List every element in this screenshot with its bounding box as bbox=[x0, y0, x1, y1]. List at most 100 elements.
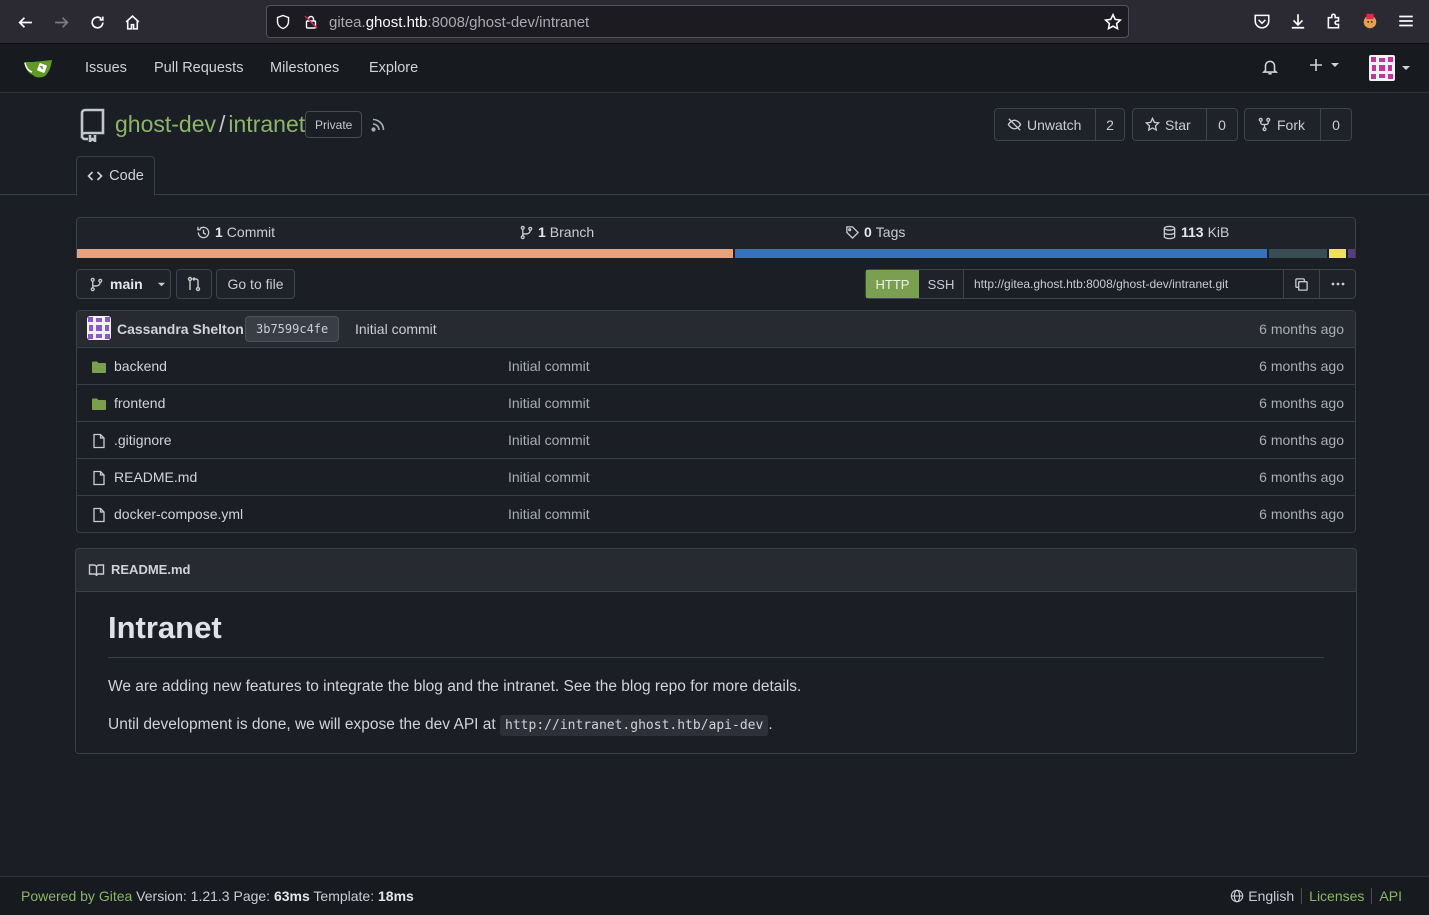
file-commit-message[interactable]: Initial commit bbox=[508, 395, 590, 411]
tab-code-label: Code bbox=[109, 168, 144, 184]
heading-divider bbox=[108, 657, 1324, 658]
fork-button[interactable]: Fork bbox=[1245, 109, 1321, 140]
menu-icon[interactable] bbox=[1396, 11, 1416, 31]
url-prefix: gitea. bbox=[329, 14, 366, 31]
file-icon bbox=[91, 470, 107, 486]
tab-code[interactable]: Code bbox=[76, 156, 155, 196]
clone-url-input[interactable]: http://gitea.ghost.htb:8008/ghost-dev/in… bbox=[964, 270, 1284, 298]
back-button[interactable] bbox=[12, 9, 38, 35]
file-commit-message[interactable]: Initial commit bbox=[508, 358, 590, 374]
commits-link[interactable]: 1 Commit bbox=[196, 224, 275, 240]
nav-milestones[interactable]: Milestones bbox=[270, 60, 339, 76]
commit-sha[interactable]: 3b7599c4fe bbox=[245, 316, 340, 342]
template-label: Template: bbox=[309, 888, 378, 904]
url-text[interactable]: gitea.ghost.htb:8008/ghost-dev/intranet bbox=[329, 14, 589, 31]
para2-suffix: . bbox=[768, 716, 773, 733]
fork-icon bbox=[1258, 117, 1271, 132]
branch-icon bbox=[520, 225, 533, 239]
file-commit-message[interactable]: Initial commit bbox=[508, 506, 590, 522]
browser-toolbar: gitea.ghost.htb:8008/ghost-dev/intranet bbox=[0, 0, 1429, 44]
api-link[interactable]: API bbox=[1379, 888, 1402, 904]
language-segment[interactable] bbox=[732, 249, 1267, 258]
nav-issues[interactable]: Issues bbox=[85, 60, 127, 76]
branches-link[interactable]: 1 Branch bbox=[519, 224, 594, 240]
branch-selector[interactable]: main bbox=[76, 269, 171, 299]
compare-button[interactable] bbox=[176, 269, 212, 299]
branches-count: 1 bbox=[538, 224, 546, 240]
star-count[interactable]: 0 bbox=[1207, 109, 1237, 140]
language-selector[interactable]: English bbox=[1248, 888, 1294, 904]
reload-button[interactable] bbox=[84, 9, 110, 35]
lock-insecure-icon[interactable] bbox=[303, 14, 319, 30]
address-bar[interactable]: gitea.ghost.htb:8008/ghost-dev/intranet bbox=[266, 5, 1129, 38]
file-name-link[interactable]: README.md bbox=[114, 469, 197, 485]
language-segment[interactable] bbox=[1346, 249, 1355, 258]
commit-message[interactable]: Initial commit bbox=[355, 321, 437, 337]
go-to-file-button[interactable]: Go to file bbox=[216, 269, 295, 299]
page-footer: Powered by Gitea Version: 1.21.3 Page: 6… bbox=[0, 876, 1429, 915]
repo-name-link[interactable]: intranet bbox=[228, 111, 305, 137]
caret-down-icon bbox=[157, 282, 165, 286]
downloads-icon[interactable] bbox=[1288, 11, 1308, 31]
star-button[interactable]: Star bbox=[1133, 109, 1207, 140]
eye-slash-icon bbox=[1007, 118, 1022, 131]
file-commit-time: 6 months ago bbox=[1259, 432, 1344, 448]
author-avatar[interactable] bbox=[87, 316, 111, 340]
create-new-dropdown[interactable] bbox=[1308, 57, 1340, 73]
page-time: 63ms bbox=[273, 888, 310, 904]
fork-button-group: Fork 0 bbox=[1244, 108, 1352, 141]
repo-owner-link[interactable]: ghost-dev bbox=[115, 111, 216, 137]
clone-http-button[interactable]: HTTP bbox=[866, 270, 919, 298]
file-name-link[interactable]: frontend bbox=[114, 395, 165, 411]
nav-pull-requests[interactable]: Pull Requests bbox=[154, 60, 243, 76]
user-menu-dropdown[interactable] bbox=[1369, 55, 1411, 81]
unwatch-button[interactable]: Unwatch bbox=[995, 109, 1096, 140]
pocket-icon[interactable] bbox=[1252, 11, 1272, 31]
tags-link[interactable]: 0 Tags bbox=[845, 224, 905, 240]
language-stats-bar[interactable] bbox=[77, 249, 1355, 258]
nav-explore[interactable]: Explore bbox=[369, 60, 418, 76]
more-options-button[interactable] bbox=[1320, 270, 1355, 298]
powered-by-gitea-link[interactable]: Powered by Gitea bbox=[21, 888, 132, 904]
language-segment[interactable] bbox=[1266, 249, 1327, 258]
forward-button[interactable] bbox=[48, 9, 74, 35]
file-name-link[interactable]: backend bbox=[114, 358, 167, 374]
readme-filename[interactable]: README.md bbox=[111, 562, 190, 577]
unwatch-label: Unwatch bbox=[1027, 116, 1082, 133]
readme-content: Intranet We are adding new features to i… bbox=[76, 592, 1356, 753]
language-segment[interactable] bbox=[1326, 249, 1347, 258]
home-button[interactable] bbox=[119, 9, 145, 35]
file-row: docker-compose.yml Initial commit 6 months… bbox=[77, 496, 1355, 532]
bookmark-star-icon[interactable] bbox=[1104, 13, 1122, 31]
file-commit-message[interactable]: Initial commit bbox=[508, 432, 590, 448]
branch-name: main bbox=[110, 276, 143, 292]
file-commit-message[interactable]: Initial commit bbox=[508, 469, 590, 485]
extensions-icon[interactable] bbox=[1324, 11, 1344, 31]
file-name-link[interactable]: .gitignore bbox=[114, 432, 172, 448]
database-icon bbox=[1163, 225, 1176, 239]
repo-icon bbox=[80, 108, 105, 142]
fork-count[interactable]: 0 bbox=[1321, 109, 1351, 140]
footer-divider bbox=[1371, 888, 1373, 904]
file-name-link[interactable]: docker-compose.yml bbox=[114, 506, 243, 522]
file-commit-time: 6 months ago bbox=[1259, 506, 1344, 522]
file-commit-time: 6 months ago bbox=[1259, 358, 1344, 374]
profile-fox-icon[interactable] bbox=[1360, 11, 1380, 31]
rss-feed-icon[interactable] bbox=[370, 117, 386, 133]
clone-ssh-button[interactable]: SSH bbox=[919, 270, 964, 298]
plus-icon bbox=[1310, 59, 1322, 71]
copy-clone-url-button[interactable] bbox=[1284, 270, 1320, 298]
watch-count[interactable]: 2 bbox=[1096, 109, 1124, 140]
commit-author[interactable]: Cassandra Shelton bbox=[117, 321, 244, 337]
file-icon bbox=[91, 507, 107, 523]
watch-button-group: Unwatch 2 bbox=[994, 108, 1125, 141]
gitea-logo-icon[interactable] bbox=[23, 57, 55, 79]
size-value: 113 bbox=[1181, 224, 1204, 240]
language-segment[interactable] bbox=[77, 249, 733, 258]
readme-paragraph-2: Until development is done, we will expos… bbox=[108, 715, 773, 736]
repo-title-separator: / bbox=[219, 111, 226, 137]
shield-icon[interactable] bbox=[275, 14, 291, 30]
notification-bell-icon[interactable] bbox=[1261, 58, 1279, 76]
licenses-link[interactable]: Licenses bbox=[1309, 888, 1364, 904]
clone-panel: HTTP SSH http://gitea.ghost.htb:8008/gho… bbox=[865, 269, 1356, 299]
